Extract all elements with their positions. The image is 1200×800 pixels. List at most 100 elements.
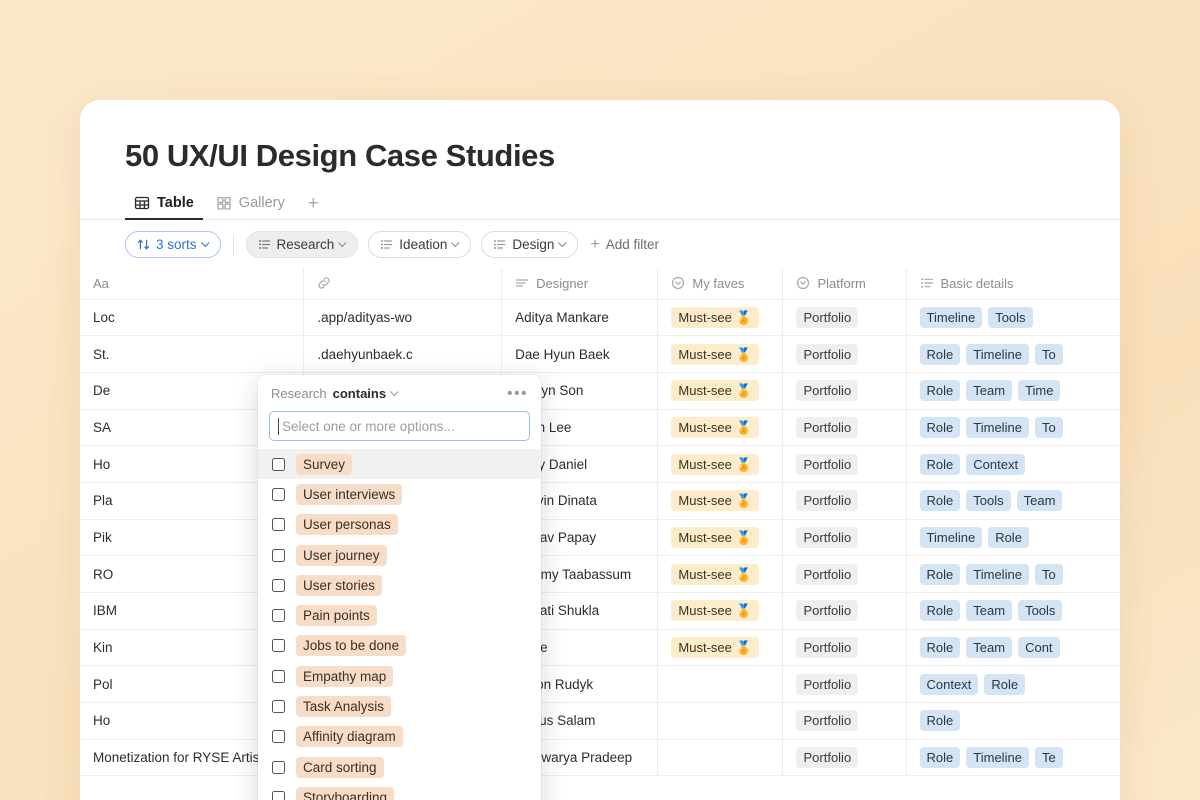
cell-name[interactable]: Loc (80, 299, 304, 336)
column-header-platform-label: Platform (817, 276, 865, 291)
column-header-my-faves[interactable]: My faves (658, 268, 783, 299)
table-row[interactable]: ROannae.dev/projeTammy TaabassumMust-see… (80, 556, 1120, 593)
cell-platform[interactable]: Portfolio (783, 519, 906, 556)
table-row[interactable]: Pla.melvindinata.ccMelvin DinataMust-see… (80, 482, 1120, 519)
checkbox-icon[interactable] (272, 700, 285, 713)
column-header-basic-details[interactable]: Basic details (906, 268, 1120, 299)
cell-my-faves[interactable]: Must-see 🏅 (658, 446, 783, 483)
cell-basic-details[interactable]: RoleTeamTime (906, 372, 1120, 409)
cell-my-faves[interactable] (658, 666, 783, 703)
checkbox-icon[interactable] (272, 609, 285, 622)
cell-name[interactable]: St. (80, 336, 304, 373)
cell-basic-details[interactable]: RoleTimelineTo (906, 336, 1120, 373)
cell-platform[interactable]: Portfolio (783, 409, 906, 446)
cell-basic-details[interactable]: Role (906, 703, 1120, 740)
cell-basic-details[interactable]: RoleTimelineTo (906, 409, 1120, 446)
sorts-button[interactable]: 3 sorts (125, 231, 221, 258)
tab-table[interactable]: Table (125, 195, 203, 220)
cell-platform[interactable]: Portfolio (783, 703, 906, 740)
cell-basic-details[interactable]: RoleTeamTools (906, 593, 1120, 630)
cell-designer[interactable]: Dae Hyun Baek (502, 336, 658, 373)
cell-platform[interactable]: Portfolio (783, 446, 906, 483)
table-row[interactable]: Pol.aaronrudyk.corAaron RudykPortfolioCo… (80, 666, 1120, 703)
cell-platform[interactable]: Portfolio (783, 336, 906, 373)
cell-my-faves[interactable]: Must-see 🏅 (658, 593, 783, 630)
table-row[interactable]: Hossalam.pk/projeAbdus SalamPortfolioRol… (80, 703, 1120, 740)
add-filter-button[interactable]: + Add filter (588, 237, 659, 252)
filter-option[interactable]: Storyboarding (258, 782, 541, 800)
table-row[interactable]: St..daehyunbaek.cDae Hyun BaekMust-see 🏅… (80, 336, 1120, 373)
checkbox-icon[interactable] (272, 549, 285, 562)
cell-platform[interactable]: Portfolio (783, 556, 906, 593)
cell-platform[interactable]: Portfolio (783, 372, 906, 409)
cell-my-faves[interactable]: Must-see 🏅 (658, 299, 783, 336)
table-row[interactable]: Kinpace/project/kirYi HeMust-see 🏅Portfo… (80, 629, 1120, 666)
checkbox-icon[interactable] (272, 730, 285, 743)
checkbox-icon[interactable] (272, 761, 285, 774)
filter-chip-ideation[interactable]: Ideation (368, 231, 471, 258)
cell-my-faves[interactable]: Must-see 🏅 (658, 556, 783, 593)
table-row[interactable]: Dernson.com/densKaitlyn SonMust-see 🏅Por… (80, 372, 1120, 409)
checkbox-icon[interactable] (272, 639, 285, 652)
cell-designer[interactable]: Aditya Mankare (502, 299, 658, 336)
tab-gallery[interactable]: Gallery (207, 195, 294, 220)
filter-option[interactable]: Survey (258, 449, 541, 479)
cell-my-faves[interactable] (658, 703, 783, 740)
table-row[interactable]: Ho-daniel-portfoliMary DanielMust-see 🏅P… (80, 446, 1120, 483)
cell-basic-details[interactable]: ContextRole (906, 666, 1120, 703)
cell-my-faves[interactable]: Must-see 🏅 (658, 519, 783, 556)
filter-chip-research[interactable]: Research (246, 231, 359, 258)
filter-options-search-input[interactable]: Select one or more options... (269, 411, 530, 441)
table-row[interactable]: Monetization for RYSE Artistshttps://uxf… (80, 739, 1120, 776)
cell-basic-details[interactable]: RoleTeamCont (906, 629, 1120, 666)
column-header-designer[interactable]: Designer (502, 268, 658, 299)
checkbox-icon[interactable] (272, 488, 285, 501)
cell-my-faves[interactable]: Must-see 🏅 (658, 629, 783, 666)
cell-platform[interactable]: Portfolio (783, 593, 906, 630)
cell-my-faves[interactable]: Must-see 🏅 (658, 336, 783, 373)
filter-option[interactable]: User personas (258, 510, 541, 540)
cell-basic-details[interactable]: TimelineTools (906, 299, 1120, 336)
column-header-link[interactable] (304, 268, 502, 299)
cell-platform[interactable]: Portfolio (783, 666, 906, 703)
cell-basic-details[interactable]: RoleToolsTeam (906, 482, 1120, 519)
cell-basic-details[interactable]: RoleContext (906, 446, 1120, 483)
filter-option[interactable]: Empathy map (258, 661, 541, 691)
checkbox-icon[interactable] (272, 670, 285, 683)
table-row[interactable]: Pik.nadavpapay.coNadav PapayMust-see 🏅Po… (80, 519, 1120, 556)
cell-platform[interactable]: Portfolio (783, 482, 906, 519)
cell-basic-details[interactable]: RoleTimelineTo (906, 556, 1120, 593)
cell-platform[interactable]: Portfolio (783, 299, 906, 336)
filter-operator-button[interactable]: contains (333, 386, 386, 401)
table-row[interactable]: SA.leah-lee.com/mLeah LeeMust-see 🏅Portf… (80, 409, 1120, 446)
checkbox-icon[interactable] (272, 791, 285, 800)
column-header-name[interactable]: Aa (80, 268, 304, 299)
cell-platform[interactable]: Portfolio (783, 739, 906, 776)
filter-option[interactable]: Pain points (258, 600, 541, 630)
more-horizontal-icon[interactable]: ••• (507, 389, 528, 399)
filter-option[interactable]: Affinity diagram (258, 722, 541, 752)
cell-basic-details[interactable]: TimelineRole (906, 519, 1120, 556)
cell-basic-details[interactable]: RoleTimelineTe (906, 739, 1120, 776)
checkbox-icon[interactable] (272, 518, 285, 531)
cell-platform[interactable]: Portfolio (783, 629, 906, 666)
column-header-platform[interactable]: Platform (783, 268, 906, 299)
table-row[interactable]: Loc.app/adityas-woAditya MankareMust-see… (80, 299, 1120, 336)
table-row[interactable]: IBM.unnatishukla.ccUnnati ShuklaMust-see… (80, 593, 1120, 630)
cell-my-faves[interactable]: Must-see 🏅 (658, 372, 783, 409)
filter-option[interactable]: Task Analysis (258, 691, 541, 721)
checkbox-icon[interactable] (272, 458, 285, 471)
cell-link[interactable]: .app/adityas-wo (304, 299, 502, 336)
checkbox-icon[interactable] (272, 579, 285, 592)
add-view-button[interactable]: + (298, 197, 329, 220)
cell-my-faves[interactable]: Must-see 🏅 (658, 409, 783, 446)
filter-option[interactable]: Jobs to be done (258, 631, 541, 661)
cell-my-faves[interactable] (658, 739, 783, 776)
filter-option[interactable]: Card sorting (258, 752, 541, 782)
filter-chip-design[interactable]: Design (481, 231, 578, 258)
filter-option[interactable]: User interviews (258, 479, 541, 509)
filter-option[interactable]: User journey (258, 540, 541, 570)
cell-link[interactable]: .daehyunbaek.c (304, 336, 502, 373)
cell-my-faves[interactable]: Must-see 🏅 (658, 482, 783, 519)
filter-option[interactable]: User stories (258, 570, 541, 600)
